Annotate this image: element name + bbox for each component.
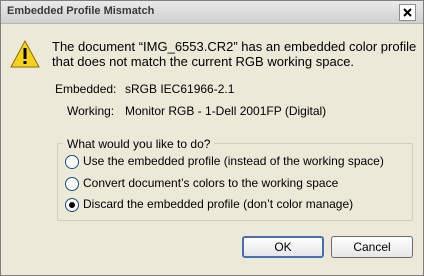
radio-convert[interactable] (65, 177, 79, 191)
radio-label-use-embedded[interactable]: Use the embedded profile (instead of the… (83, 154, 384, 168)
message-text: The document “IMG_6553.CR2” has an embed… (52, 39, 417, 69)
cancel-button[interactable]: Cancel (331, 236, 413, 258)
radio-label-convert[interactable]: Convert document’s colors to the working… (83, 176, 338, 190)
warning-icon (10, 39, 40, 68)
radio-label-discard[interactable]: Discard the embedded profile (don’t colo… (83, 197, 353, 211)
title-bar[interactable]: Embedded Profile Mismatch (1, 1, 423, 24)
radio-selected-dot (69, 202, 75, 208)
close-icon (403, 8, 412, 17)
embedded-value: sRGB IEC61966-2.1 (125, 82, 235, 96)
radio-discard[interactable] (65, 198, 79, 212)
dialog-window: Embedded Profile Mismatch The document “… (0, 0, 424, 276)
options-group-title: What would you like to do? (63, 137, 215, 151)
close-button[interactable] (399, 4, 416, 21)
embedded-label: Embedded: (55, 82, 117, 96)
ok-button[interactable]: OK (242, 236, 324, 258)
working-value: Monitor RGB - 1-Dell 2001FP (Digital) (125, 104, 327, 118)
radio-use-embedded[interactable] (65, 155, 79, 169)
message-line-1: The document “IMG_6553.CR2” has an embed… (52, 39, 417, 54)
dialog-title: Embedded Profile Mismatch (7, 5, 155, 17)
message-line-2: that does not match the current RGB work… (52, 54, 355, 69)
working-label: Working: (67, 104, 115, 118)
